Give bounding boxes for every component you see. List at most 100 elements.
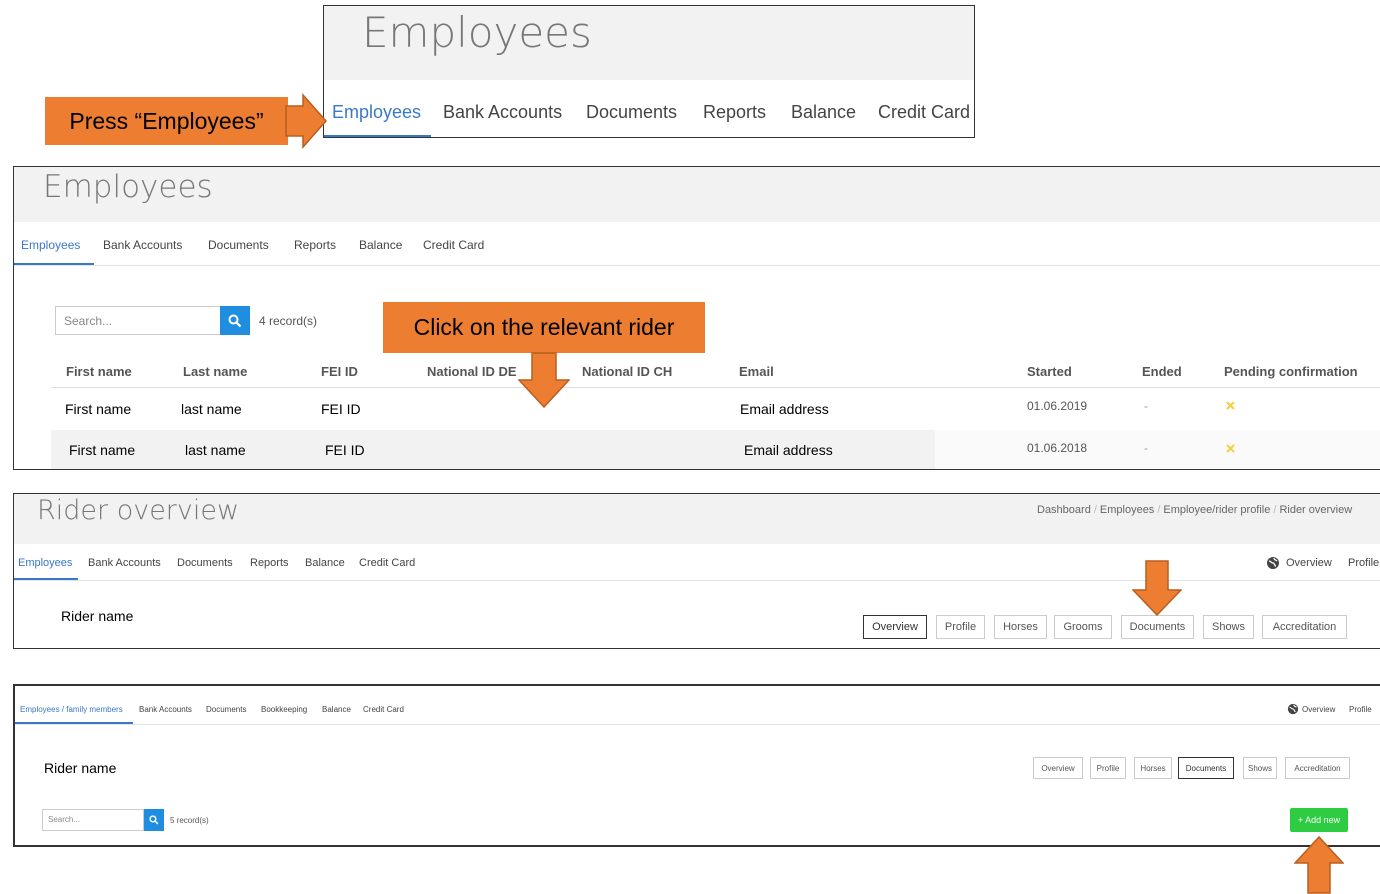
tab-balance[interactable]: Balance xyxy=(359,238,402,252)
tabs-divider xyxy=(14,265,1380,266)
link-profile[interactable]: Profile xyxy=(1348,557,1379,569)
col-fei-id[interactable]: FEI ID xyxy=(321,364,358,379)
table-row[interactable] xyxy=(51,388,1380,430)
col-pending-confirmation[interactable]: Pending confirmation xyxy=(1224,364,1358,379)
page-header xyxy=(14,167,1380,222)
overview-button[interactable]: Overview xyxy=(1033,757,1083,779)
page-title: Employees xyxy=(362,8,592,57)
accreditation-button[interactable]: Accreditation xyxy=(1285,757,1350,779)
grooms-button[interactable]: Grooms xyxy=(1054,615,1112,639)
tab-bank-accounts[interactable]: Bank Accounts xyxy=(103,238,182,252)
tab-credit-card[interactable]: Credit Card xyxy=(359,557,415,569)
down-arrow-icon xyxy=(1132,560,1182,616)
globe-icon xyxy=(1287,703,1299,715)
cell-first-name: First name xyxy=(65,401,132,417)
active-tab-underline xyxy=(324,135,431,137)
page-title: Employees xyxy=(43,169,213,205)
overview-button[interactable]: Overview xyxy=(863,615,927,639)
cell-started: 01.06.2019 xyxy=(1027,399,1088,413)
tab-balance[interactable]: Balance xyxy=(305,557,345,569)
tab-balance[interactable]: Balance xyxy=(322,705,351,714)
col-first-name[interactable]: First name xyxy=(66,364,132,379)
tab-documents[interactable]: Documents xyxy=(208,238,269,252)
col-started[interactable]: Started xyxy=(1027,364,1072,379)
link-profile[interactable]: Profile xyxy=(1349,705,1372,714)
tab-bookkeeping[interactable]: Bookkeeping xyxy=(261,705,307,714)
breadcrumb-rider-profile[interactable]: Employee/rider profile xyxy=(1163,504,1270,516)
tab-credit-card[interactable]: Credit Card xyxy=(363,705,404,714)
cell-ended: - xyxy=(1144,441,1148,455)
cross-icon xyxy=(1226,444,1235,453)
cell-fei-id: FEI ID xyxy=(325,442,365,458)
tab-documents[interactable]: Documents xyxy=(206,705,246,714)
horses-button[interactable]: Horses xyxy=(994,615,1047,639)
search-input[interactable]: Search... xyxy=(55,306,221,335)
search-input[interactable]: Search... xyxy=(42,809,144,831)
tab-balance[interactable]: Balance xyxy=(791,102,856,123)
tab-reports[interactable]: Reports xyxy=(703,102,766,123)
add-new-button[interactable]: + Add new xyxy=(1290,808,1348,832)
link-overview[interactable]: Overview xyxy=(1286,557,1332,569)
accreditation-button[interactable]: Accreditation xyxy=(1262,615,1347,639)
table-row[interactable] xyxy=(51,430,1380,469)
globe-icon xyxy=(1267,557,1279,569)
rider-name: Rider name xyxy=(44,760,117,776)
callout-click-rider: Click on the relevant rider xyxy=(383,302,705,353)
col-national-id-ch[interactable]: National ID CH xyxy=(582,364,672,379)
documents-button[interactable]: Documents xyxy=(1121,615,1194,639)
search-icon xyxy=(228,314,242,327)
tab-bank-accounts[interactable]: Bank Accounts xyxy=(443,102,562,123)
rider-documents-panel: Employees / family members Bank Accounts… xyxy=(13,684,1380,847)
tab-documents[interactable]: Documents xyxy=(586,102,677,123)
search-placeholder: Search... xyxy=(48,815,81,824)
up-arrow-icon xyxy=(1294,836,1344,894)
tab-reports[interactable]: Reports xyxy=(250,557,289,569)
page-title: Rider overview xyxy=(37,495,240,526)
link-overview[interactable]: Overview xyxy=(1302,705,1335,714)
cross-icon xyxy=(1226,401,1235,410)
tab-employees-family[interactable]: Employees / family members xyxy=(20,705,123,714)
record-count: 5 record(s) xyxy=(170,816,209,825)
tab-employees[interactable]: Employees xyxy=(21,238,80,252)
tab-documents[interactable]: Documents xyxy=(177,557,233,569)
tab-bank-accounts[interactable]: Bank Accounts xyxy=(88,557,161,569)
callout-press-employees: Press “Employees” xyxy=(45,97,288,145)
right-arrow-icon xyxy=(285,93,327,149)
col-national-id-de[interactable]: National ID DE xyxy=(427,364,517,379)
cell-started: 01.06.2018 xyxy=(1027,441,1088,455)
search-button[interactable] xyxy=(220,306,250,335)
cell-fei-id: FEI ID xyxy=(321,401,361,417)
col-email[interactable]: Email xyxy=(739,364,774,379)
breadcrumb-employees[interactable]: Employees xyxy=(1100,504,1154,516)
cell-last-name: last name xyxy=(181,401,242,417)
tab-credit-card[interactable]: Credit Card xyxy=(878,102,970,123)
tab-credit-card[interactable]: Credit Card xyxy=(423,238,484,252)
breadcrumb: Dashboard / Employees / Employee/rider profi… xyxy=(1037,504,1353,516)
tab-bank-accounts[interactable]: Bank Accounts xyxy=(139,705,192,714)
profile-button[interactable]: Profile xyxy=(1090,757,1126,779)
cell-ended: - xyxy=(1144,399,1148,413)
documents-button[interactable]: Documents xyxy=(1178,757,1234,779)
search-button[interactable] xyxy=(144,809,164,831)
tab-employees[interactable]: Employees xyxy=(18,557,72,569)
cell-email: Email address xyxy=(740,401,829,417)
breadcrumb-rider-overview: Rider overview xyxy=(1279,504,1353,516)
breadcrumb-dashboard[interactable]: Dashboard xyxy=(1037,504,1091,516)
profile-button[interactable]: Profile xyxy=(936,615,985,639)
search-placeholder: Search... xyxy=(64,314,113,328)
down-arrow-icon xyxy=(518,352,570,408)
tabs-divider xyxy=(15,724,1380,725)
cell-last-name: last name xyxy=(185,442,246,458)
cell-first-name: First name xyxy=(69,442,136,458)
row-stripe xyxy=(935,430,1380,469)
search-icon xyxy=(149,815,159,825)
tab-employees[interactable]: Employees xyxy=(332,102,421,123)
col-last-name[interactable]: Last name xyxy=(183,364,247,379)
tab-reports[interactable]: Reports xyxy=(294,238,336,252)
shows-button[interactable]: Shows xyxy=(1243,757,1277,779)
horses-button[interactable]: Horses xyxy=(1134,757,1172,779)
employees-menu-panel: Employees Employees Bank Accounts Docume… xyxy=(323,5,975,138)
col-ended[interactable]: Ended xyxy=(1142,364,1182,379)
record-count: 4 record(s) xyxy=(259,314,318,328)
shows-button[interactable]: Shows xyxy=(1203,615,1254,639)
